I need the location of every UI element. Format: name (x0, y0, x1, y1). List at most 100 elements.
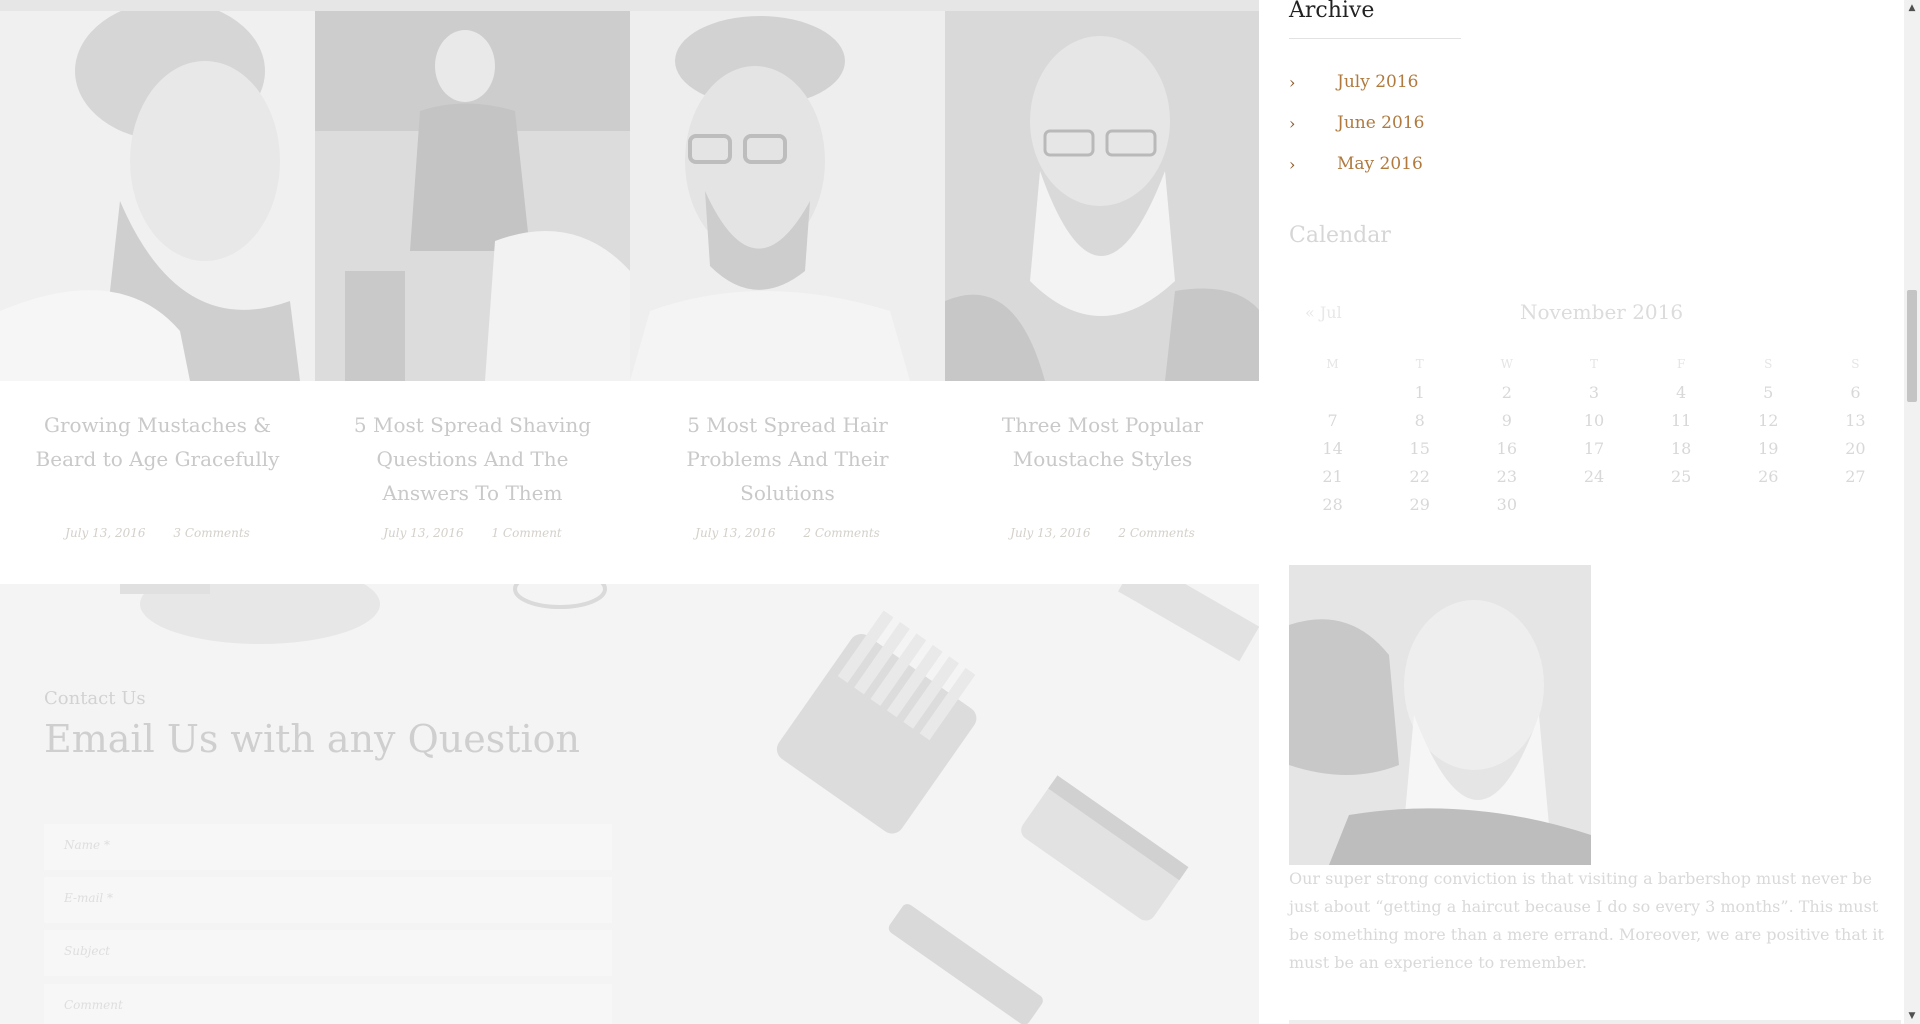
about-text: Our super strong conviction is that visi… (1289, 869, 1884, 972)
archive-item-label[interactable]: May 2016 (1337, 154, 1423, 174)
calendar-week-row: 7 8 9 10 11 12 13 (1289, 406, 1899, 434)
post-date[interactable]: July 13, 2016 (1010, 526, 1090, 540)
post-comments[interactable]: 1 Comment (491, 526, 561, 540)
calendar-day: 25 (1670, 466, 1692, 486)
calendar-day: 8 (1414, 410, 1425, 430)
calendar-day: 19 (1758, 438, 1779, 458)
post-comments[interactable]: 2 Comments (803, 526, 879, 540)
calendar-day: 28 (1322, 494, 1343, 514)
calendar-day: 29 (1409, 494, 1430, 514)
post-image[interactable] (630, 11, 945, 381)
chevron-right-icon: › (1289, 113, 1296, 133)
calendar-day (1638, 490, 1725, 518)
weekday-label: T (1589, 357, 1598, 371)
weekday-label: F (1676, 357, 1686, 371)
calendar-day: 13 (1845, 410, 1866, 430)
calendar-day: 11 (1670, 410, 1692, 430)
calendar-day: 30 (1496, 494, 1518, 514)
post-comments[interactable]: 3 Comments (173, 526, 249, 540)
calendar-month: November 2016 (1520, 300, 1684, 324)
chevron-right-icon: › (1289, 72, 1296, 92)
post-meta: July 13, 2016 3 Comments (0, 526, 315, 540)
scrollbar-thumb[interactable] (1907, 290, 1917, 402)
calendar-day: 20 (1845, 438, 1866, 458)
weekday-label: S (1851, 357, 1860, 371)
calendar-day: 27 (1845, 466, 1866, 486)
triangle-down-icon[interactable]: ▼ (1904, 1008, 1920, 1024)
archive-item-label[interactable]: July 2016 (1337, 72, 1418, 92)
post-meta: July 13, 2016 2 Comments (630, 526, 945, 540)
calendar-week-row: 28 29 30 (1289, 490, 1899, 518)
calendar-day (1289, 378, 1376, 406)
blog-posts-grid: Growing Mustaches & Beard to Age Gracefu… (0, 11, 1259, 584)
calendar-week-row: 1 2 3 4 5 6 (1289, 378, 1899, 406)
archive-title: Archive (1289, 0, 1375, 23)
email-field[interactable]: E-mail * (44, 877, 612, 923)
calendar-day: 23 (1496, 466, 1518, 486)
blog-post-card: 5 Most Spread Hair Problems And Their So… (630, 11, 945, 584)
post-meta: July 13, 2016 2 Comments (945, 526, 1259, 540)
weekday-label: W (1500, 357, 1514, 371)
calendar-week-row: 21 22 23 24 25 26 27 (1289, 462, 1899, 490)
calendar-week-row: 14 15 16 17 18 19 20 (1289, 434, 1899, 462)
archive-item-may-2016[interactable]: › May 2016 (1289, 154, 1423, 174)
post-image[interactable] (315, 11, 630, 381)
calendar-day (1550, 490, 1637, 518)
sidebar-bottom-divider (1289, 1020, 1901, 1024)
calendar-day: 6 (1850, 382, 1861, 402)
blog-post-card: Growing Mustaches & Beard to Age Gracefu… (0, 11, 315, 584)
post-date[interactable]: July 13, 2016 (65, 526, 145, 540)
blog-post-card: Three Most Popular Moustache Styles July… (945, 11, 1259, 584)
calendar-day: 1 (1414, 382, 1425, 402)
calendar-day: 15 (1409, 438, 1430, 458)
post-comments[interactable]: 2 Comments (1118, 526, 1194, 540)
blog-post-card: 5 Most Spread Shaving Questions And The … (315, 11, 630, 584)
calendar-title: Calendar (1289, 223, 1391, 248)
contact-section: Contact Us Email Us with any Question Na… (0, 584, 1259, 1024)
page-scrollbar[interactable]: ▲ ▼ (1904, 0, 1920, 1024)
post-title[interactable]: 5 Most Spread Hair Problems And Their So… (650, 408, 925, 510)
name-field[interactable]: Name * (44, 824, 612, 870)
calendar-table: M T W T F S S 1 2 3 4 5 6 7 8 9 10 11 12… (1289, 350, 1899, 518)
post-image[interactable] (0, 11, 315, 381)
comment-field[interactable]: Comment (44, 984, 612, 1024)
main-content: Growing Mustaches & Beard to Age Gracefu… (0, 0, 1259, 1024)
calendar-day: 5 (1763, 382, 1774, 402)
calendar-day (1812, 490, 1899, 518)
calendar-day: 12 (1758, 410, 1779, 430)
calendar-weekday-row: M T W T F S S (1289, 350, 1899, 378)
weekday-label: M (1326, 357, 1339, 371)
calendar-day: 16 (1496, 438, 1518, 458)
post-title[interactable]: 5 Most Spread Shaving Questions And The … (335, 408, 610, 510)
calendar-day: 22 (1409, 466, 1430, 486)
calendar-day: 9 (1501, 410, 1512, 430)
archive-item-june-2016[interactable]: › June 2016 (1289, 113, 1424, 133)
post-title[interactable]: Growing Mustaches & Beard to Age Gracefu… (20, 408, 295, 476)
post-title[interactable]: Three Most Popular Moustache Styles (965, 408, 1240, 476)
calendar-day (1725, 490, 1812, 518)
post-meta: July 13, 2016 1 Comment (315, 526, 630, 540)
archive-item-label[interactable]: June 2016 (1337, 113, 1424, 133)
calendar-day: 4 (1676, 382, 1687, 402)
top-strip (0, 0, 1259, 11)
archive-divider (1289, 38, 1461, 39)
sidebar: Archive › July 2016 › June 2016 › May 20… (1259, 0, 1904, 1024)
archive-item-july-2016[interactable]: › July 2016 (1289, 72, 1418, 92)
chevron-right-icon: › (1289, 154, 1296, 174)
calendar-day: 7 (1327, 410, 1338, 430)
triangle-up-icon[interactable]: ▲ (1904, 0, 1920, 16)
contact-heading: Email Us with any Question (44, 717, 580, 761)
calendar-day: 3 (1588, 382, 1600, 402)
calendar-day: 17 (1583, 438, 1605, 458)
calendar-day: 2 (1501, 382, 1512, 402)
subject-field[interactable]: Subject (44, 930, 612, 976)
post-date[interactable]: July 13, 2016 (383, 526, 463, 540)
calendar-day: 14 (1322, 438, 1343, 458)
calendar-prev-link[interactable]: « Jul (1305, 303, 1342, 322)
post-date[interactable]: July 13, 2016 (695, 526, 775, 540)
post-image[interactable] (945, 11, 1259, 381)
calendar-day: 18 (1670, 438, 1692, 458)
weekday-label: T (1415, 357, 1424, 371)
contact-eyebrow: Contact Us (44, 688, 146, 709)
calendar-day: 10 (1583, 410, 1605, 430)
